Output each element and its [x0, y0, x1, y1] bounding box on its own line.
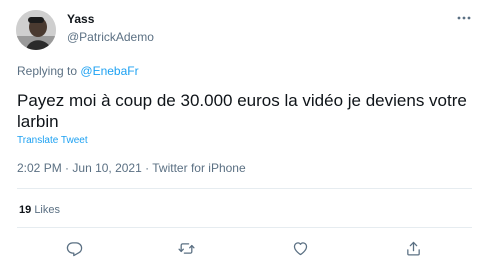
- avatar-image: [16, 10, 56, 50]
- more-horizontal-icon: [457, 16, 471, 20]
- divider: [17, 227, 472, 228]
- retweet-button[interactable]: [176, 238, 196, 258]
- like-button[interactable]: [290, 238, 310, 258]
- replying-to: Replying to @EnebaFr: [17, 64, 139, 79]
- more-options-button[interactable]: [454, 11, 474, 25]
- heart-icon: [293, 241, 307, 255]
- tweet-text: Payez moi à coup de 30.000 euros la vidé…: [17, 91, 467, 131]
- tweet-source[interactable]: Twitter for iPhone: [152, 161, 245, 175]
- share-icon: [406, 241, 420, 256]
- replying-to-label: Replying to: [17, 64, 78, 78]
- retweet-icon: [177, 242, 195, 254]
- likes-label: Likes: [34, 204, 60, 216]
- author-name[interactable]: Yass: [67, 12, 94, 27]
- tweet-date[interactable]: Jun 10, 2021: [72, 161, 141, 175]
- translate-tweet-link[interactable]: Translate Tweet: [17, 135, 88, 147]
- tweet-time[interactable]: 2:02 PM: [17, 161, 62, 175]
- reply-button[interactable]: [64, 238, 84, 258]
- likes-stat[interactable]: 19 Likes: [19, 203, 60, 217]
- tweet-card: Yass @PatrickAdemo Replying to @EnebaFr …: [0, 0, 485, 269]
- divider: [17, 188, 472, 189]
- reply-mention-link[interactable]: @EnebaFr: [80, 64, 138, 78]
- avatar[interactable]: [16, 10, 56, 50]
- likes-count: 19: [19, 204, 32, 216]
- reply-icon: [66, 241, 82, 256]
- author-handle[interactable]: @PatrickAdemo: [67, 30, 154, 45]
- tweet-metadata: 2:02 PM · Jun 10, 2021 · Twitter for iPh…: [17, 161, 246, 176]
- share-button[interactable]: [403, 238, 423, 258]
